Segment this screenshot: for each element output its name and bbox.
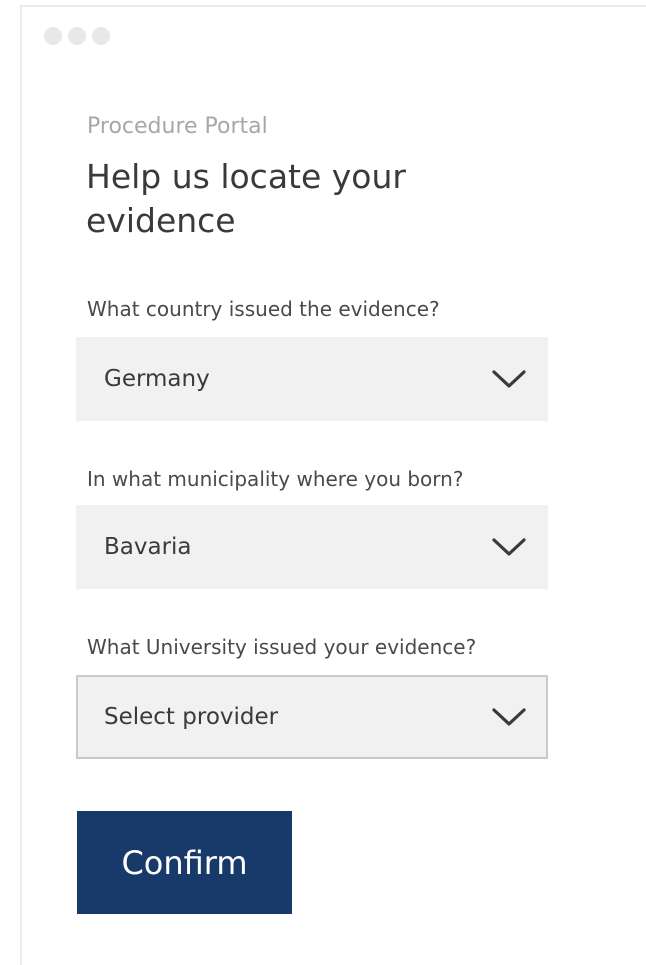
confirm-button[interactable]: Confirm: [77, 811, 292, 914]
chevron-down-icon: [492, 708, 526, 726]
university-label: What University issued your evidence?: [87, 635, 477, 659]
window-control-dot[interactable]: [92, 27, 110, 45]
window-control-dot[interactable]: [68, 27, 86, 45]
university-select-placeholder: Select provider: [104, 704, 279, 730]
country-label: What country issued the evidence?: [87, 297, 440, 321]
municipality-select[interactable]: Bavaria: [76, 505, 548, 589]
page-title: Help us locate your evidence: [86, 157, 406, 240]
chevron-down-icon: [492, 370, 526, 388]
portal-name: Procedure Portal: [87, 114, 268, 139]
country-select-value: Germany: [104, 366, 210, 392]
municipality-select-value: Bavaria: [104, 534, 192, 560]
chevron-down-icon: [492, 538, 526, 556]
app-window: Procedure Portal Help us locate your evi…: [20, 5, 646, 965]
window-controls: [44, 27, 110, 45]
country-select[interactable]: Germany: [76, 337, 548, 421]
municipality-label: In what municipality where you born?: [87, 467, 464, 491]
university-select[interactable]: Select provider: [76, 675, 548, 759]
window-control-dot[interactable]: [44, 27, 62, 45]
